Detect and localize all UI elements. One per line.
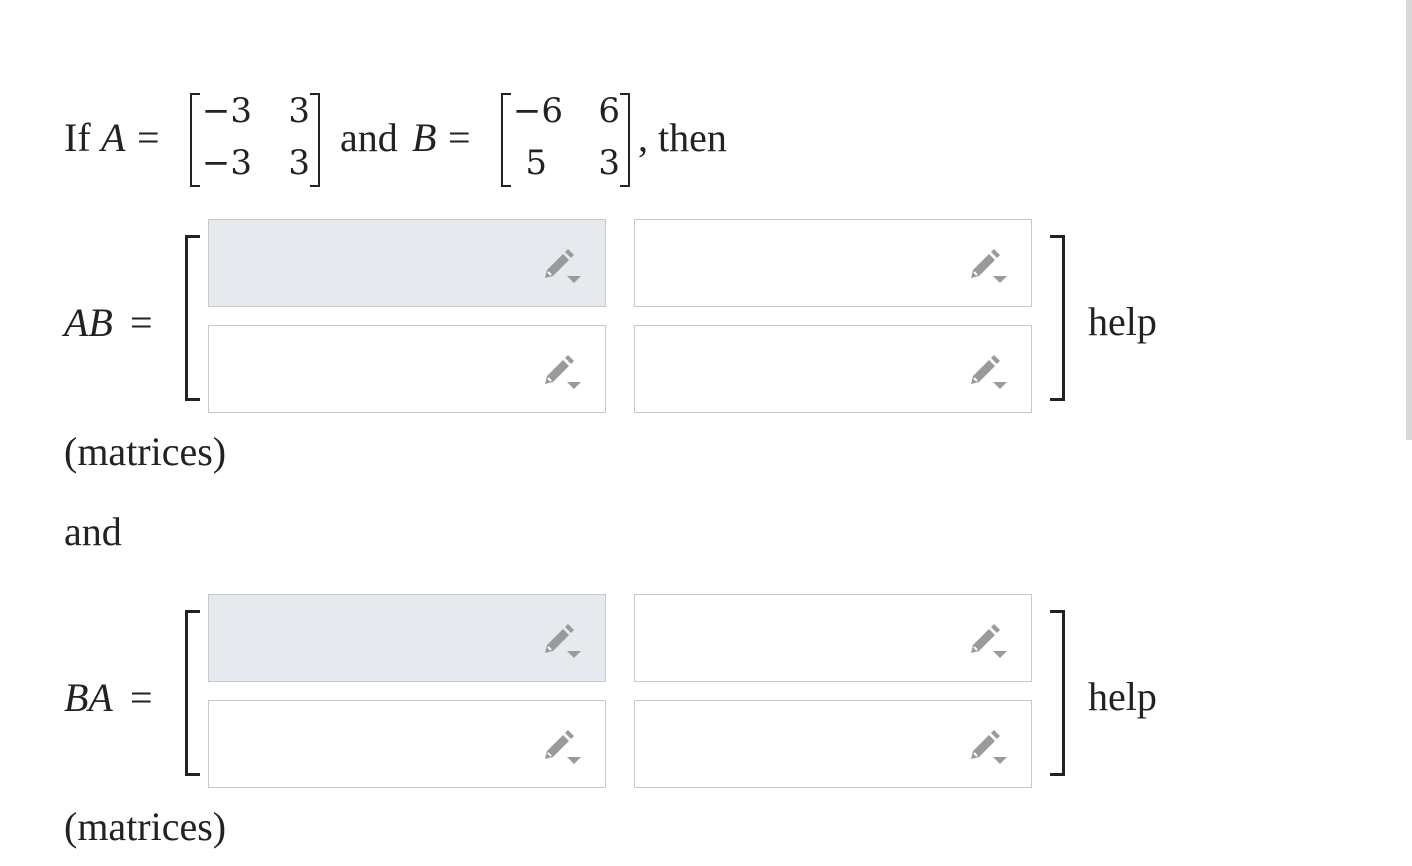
equals-sign: =	[130, 675, 153, 720]
matrix-a-entry: 3	[288, 91, 310, 131]
ba-label: BA	[64, 675, 113, 720]
matrix-b-entry: 3	[598, 143, 620, 183]
matrix-b-right-bracket	[620, 93, 630, 187]
matrix-b-entry: −6	[512, 91, 563, 131]
pencil-dropdown-icon[interactable]	[541, 354, 585, 392]
ba-right-bracket	[1050, 610, 1065, 776]
ab-help-link[interactable]: help	[1088, 302, 1157, 342]
pencil-dropdown-icon[interactable]	[967, 248, 1011, 286]
and-text: and	[340, 115, 398, 160]
ab-answer-type-hint: (matrices)	[64, 429, 227, 474]
ab-right-bracket	[1050, 235, 1065, 401]
ba-entry-r1c1[interactable]	[208, 594, 606, 682]
ab-entry-r2c2[interactable]	[634, 325, 1032, 413]
matrix-a-entry: −3	[201, 91, 252, 131]
matrix-a-right-bracket	[310, 93, 320, 187]
ab-entry-r1c2[interactable]	[634, 219, 1032, 307]
matrix-a-entry: 3	[288, 143, 310, 183]
pencil-dropdown-icon[interactable]	[541, 623, 585, 661]
matrix-b-entry: 5	[525, 143, 547, 183]
connector-text: and	[64, 509, 122, 554]
equals-sign: =	[130, 300, 153, 345]
equals-sign: =	[448, 115, 471, 160]
matrix-b-entry: 6	[598, 91, 620, 131]
pencil-dropdown-icon[interactable]	[541, 248, 585, 286]
problem-page: If A = −3 3 −3 3 and B = −6 6 5 3 , then…	[0, 0, 1412, 866]
pencil-dropdown-icon[interactable]	[967, 729, 1011, 767]
ab-entry-r1c1[interactable]	[208, 219, 606, 307]
ba-answer-type-hint: (matrices)	[64, 804, 227, 849]
equals-sign: =	[137, 115, 160, 160]
if-text: If	[64, 115, 91, 160]
pencil-dropdown-icon[interactable]	[967, 354, 1011, 392]
pencil-dropdown-icon[interactable]	[967, 623, 1011, 661]
ab-label: AB	[64, 300, 113, 345]
ba-entry-r2c1[interactable]	[208, 700, 606, 788]
var-b: B	[412, 115, 437, 160]
var-a: A	[101, 115, 126, 160]
then-text: , then	[638, 115, 727, 160]
matrix-a-entry: −3	[201, 143, 252, 183]
ab-left-bracket	[185, 235, 200, 401]
ab-entry-r2c1[interactable]	[208, 325, 606, 413]
ba-left-bracket	[185, 610, 200, 776]
ba-help-link[interactable]: help	[1088, 677, 1157, 717]
pencil-dropdown-icon[interactable]	[541, 729, 585, 767]
vertical-scrollbar[interactable]	[1406, 0, 1412, 440]
ba-entry-r1c2[interactable]	[634, 594, 1032, 682]
ba-entry-r2c2[interactable]	[634, 700, 1032, 788]
